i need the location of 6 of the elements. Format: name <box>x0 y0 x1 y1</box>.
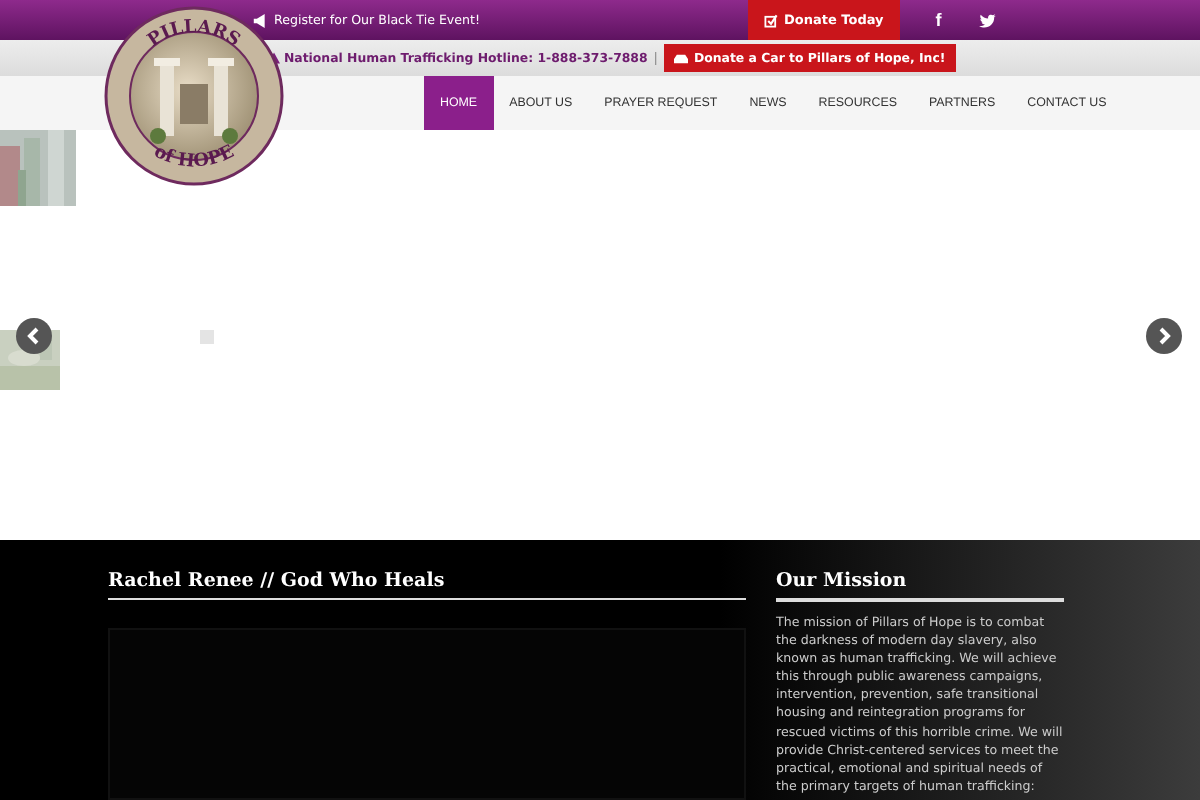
section-heading: Our Mission <box>776 570 909 592</box>
section-heading: Rachel Renee // God Who Heals <box>108 570 447 592</box>
megaphone-icon <box>252 13 268 27</box>
twitter-icon[interactable] <box>977 13 996 27</box>
facebook-icon[interactable]: f <box>935 10 942 30</box>
checkbox-icon <box>764 13 779 27</box>
